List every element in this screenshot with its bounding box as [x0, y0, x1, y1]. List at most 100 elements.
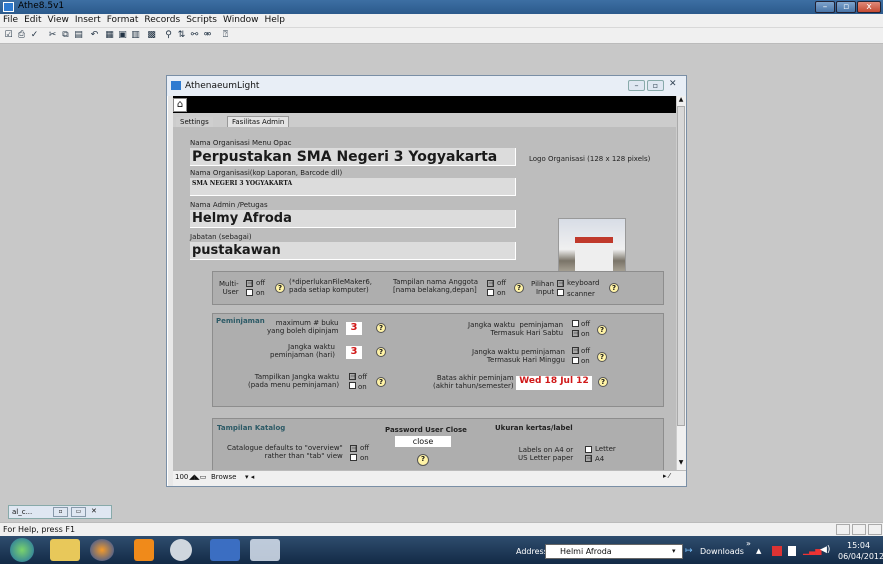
- help-icon[interactable]: ⍰: [220, 30, 231, 41]
- keyboard-checkbox[interactable]: ▤: [557, 280, 564, 287]
- jabatan-field[interactable]: pustakawan: [190, 242, 516, 260]
- sabtu-off-checkbox[interactable]: [572, 320, 579, 327]
- menu-format[interactable]: Format: [104, 14, 142, 25]
- zoom-icon[interactable]: ◢◣▭: [189, 473, 206, 481]
- firefox-icon[interactable]: [90, 539, 114, 561]
- overview-on-checkbox[interactable]: [350, 454, 357, 461]
- menu-view[interactable]: View: [45, 14, 72, 25]
- mini-close-button[interactable]: ✕: [91, 507, 97, 515]
- find-icon[interactable]: ⚲: [163, 30, 174, 41]
- go-icon[interactable]: ↦: [685, 546, 693, 556]
- scanner-checkbox[interactable]: [557, 289, 564, 296]
- tampilkan-on-checkbox[interactable]: [349, 382, 356, 389]
- batas-input[interactable]: Wed 18 Jul 12: [516, 376, 592, 390]
- max-buku-input[interactable]: 3: [346, 322, 362, 335]
- word-icon[interactable]: [210, 539, 240, 561]
- tampilkan-help-icon[interactable]: ?: [376, 377, 386, 387]
- maximize-button[interactable]: ▫: [836, 1, 856, 13]
- pilihan-help-icon[interactable]: ?: [609, 283, 619, 293]
- find-mode-icon[interactable]: ▣: [117, 30, 128, 41]
- minimized-window[interactable]: al_c... ▫ ▭ ✕: [8, 505, 112, 519]
- password-help-icon[interactable]: ?: [417, 454, 429, 466]
- network-icon[interactable]: ▁▃▅: [803, 546, 821, 555]
- admin-value: Helmy Afroda: [192, 211, 292, 226]
- mode-dropdown-icon[interactable]: ▾ ◂: [245, 473, 254, 481]
- org-menu-field[interactable]: Perpustakan SMA Negeri 3 Yogyakarta: [190, 148, 516, 166]
- home-icon[interactable]: ⌂: [173, 98, 187, 112]
- minimize-button[interactable]: –: [815, 1, 835, 13]
- address-input[interactable]: Helmi Afroda ▾: [545, 544, 683, 559]
- menu-help[interactable]: Help: [262, 14, 289, 25]
- menu-insert[interactable]: Insert: [72, 14, 104, 25]
- settings-form: Nama Organisasi Menu Opac Perpustakan SM…: [173, 127, 676, 470]
- tampilan-off-checkbox[interactable]: ▤: [487, 280, 494, 287]
- paste-icon[interactable]: ▤: [73, 30, 84, 41]
- menu-window[interactable]: Window: [220, 14, 262, 25]
- overview-label: Catalogue defaults to "overview" rather …: [227, 444, 343, 460]
- tampilkan-off-checkbox[interactable]: ▤: [349, 373, 356, 380]
- omit-icon[interactable]: ⚮: [202, 30, 213, 41]
- menu-records[interactable]: Records: [141, 14, 183, 25]
- scroll-up-icon[interactable]: ▲: [677, 96, 685, 105]
- spellcheck-icon[interactable]: ✓: [29, 30, 40, 41]
- new-record-icon[interactable]: ▩: [146, 30, 157, 41]
- batas-help-icon[interactable]: ?: [598, 377, 608, 387]
- building-icon: [575, 237, 613, 271]
- max-buku-help-icon[interactable]: ?: [376, 323, 386, 333]
- scroll-down-icon[interactable]: ▼: [677, 459, 685, 468]
- sabtu-on-checkbox[interactable]: ▤: [572, 330, 579, 337]
- a4-checkbox[interactable]: ▤: [585, 455, 592, 462]
- mini-maximize-button[interactable]: ▭: [71, 507, 86, 517]
- inner-close-button[interactable]: ✕: [669, 79, 677, 89]
- scroll-right-icon[interactable]: ▸ ⁄: [663, 472, 670, 480]
- start-button[interactable]: [10, 538, 34, 562]
- filemaker-icon[interactable]: [250, 539, 280, 561]
- overview-off-checkbox[interactable]: ▤: [350, 445, 357, 452]
- inner-restore-button[interactable]: ▫: [647, 80, 664, 91]
- minggu-help-icon[interactable]: ?: [597, 352, 607, 362]
- inner-minimize-button[interactable]: –: [628, 80, 645, 91]
- minggu-on-checkbox[interactable]: [572, 357, 579, 364]
- minggu-off-checkbox[interactable]: ▤: [572, 347, 579, 354]
- browser-icon[interactable]: [170, 539, 192, 561]
- jangka-help-icon[interactable]: ?: [376, 347, 386, 357]
- downloads-label[interactable]: Downloads: [700, 547, 744, 556]
- tray-arrow-icon[interactable]: ▲: [756, 547, 761, 555]
- find-all-icon[interactable]: ⚯: [189, 30, 200, 41]
- explorer-icon[interactable]: [50, 539, 80, 561]
- menu-file[interactable]: File: [0, 14, 21, 25]
- letter-checkbox[interactable]: [585, 446, 592, 453]
- scroll-thumb[interactable]: [677, 106, 685, 426]
- multi-user-off-checkbox[interactable]: ▤: [246, 280, 253, 287]
- jangka-input[interactable]: 3: [346, 346, 362, 359]
- new-icon[interactable]: ☑: [3, 30, 14, 41]
- power-icon[interactable]: [788, 546, 796, 556]
- zoom-level[interactable]: 100: [175, 473, 188, 481]
- player-icon[interactable]: [134, 539, 154, 561]
- multi-user-help-icon[interactable]: ?: [275, 283, 285, 293]
- tampilan-help-icon[interactable]: ?: [514, 283, 524, 293]
- org-kop-field[interactable]: SMA NEGERI 3 YOGYAKARTA: [190, 178, 516, 196]
- print-icon[interactable]: ⎙: [16, 30, 27, 41]
- address-dropdown-icon[interactable]: ▾: [672, 547, 676, 555]
- expand-toolbar-icon[interactable]: »: [746, 539, 751, 548]
- mini-restore-button[interactable]: ▫: [53, 507, 68, 517]
- close-button[interactable]: x: [857, 1, 881, 13]
- multi-user-on-checkbox[interactable]: [246, 289, 253, 296]
- mode-selector[interactable]: Browse: [211, 473, 237, 481]
- menu-edit[interactable]: Edit: [21, 14, 44, 25]
- sort-icon[interactable]: ⇅: [176, 30, 187, 41]
- cut-icon[interactable]: ✂: [47, 30, 58, 41]
- browse-mode-icon[interactable]: ▦: [104, 30, 115, 41]
- flag-icon[interactable]: [772, 546, 782, 556]
- volume-icon[interactable]: ◀): [820, 545, 830, 555]
- sabtu-on-label: on: [581, 330, 590, 338]
- layout-mode-icon[interactable]: ▥: [130, 30, 141, 41]
- undo-icon[interactable]: ↶: [89, 30, 100, 41]
- tampilan-on-checkbox[interactable]: [487, 289, 494, 296]
- sabtu-help-icon[interactable]: ?: [597, 325, 607, 335]
- menu-scripts[interactable]: Scripts: [183, 14, 220, 25]
- copy-icon[interactable]: ⧉: [60, 30, 71, 41]
- password-input[interactable]: close: [395, 436, 451, 447]
- admin-field[interactable]: Helmy Afroda: [190, 210, 516, 228]
